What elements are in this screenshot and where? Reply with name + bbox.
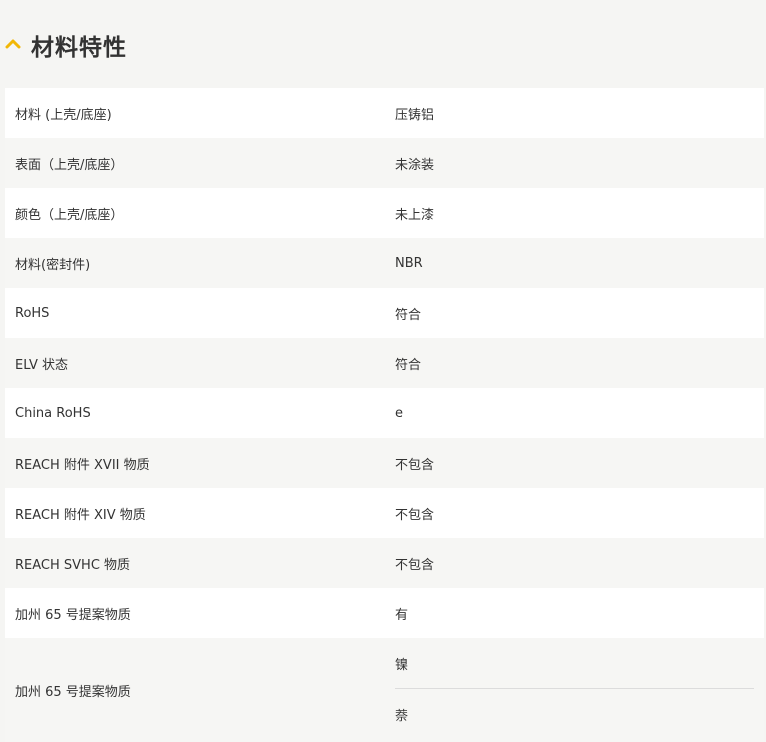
row-value: 未上漆 — [395, 207, 435, 223]
chevron-up-icon[interactable] — [5, 36, 21, 52]
row-value: 符合 — [395, 357, 422, 373]
row-value: 压铸铝 — [395, 107, 435, 123]
table-row: 加州 65 号提案物质 有 — [5, 588, 764, 638]
row-label: 颜色（上壳/底座） — [15, 207, 124, 223]
properties-table: 材料 (上壳/底座) 压铸铝 表面（上壳/底座） 未涂装 颜色（上壳/底座） 未… — [5, 88, 764, 742]
row-label: China RoHS — [15, 405, 91, 421]
table-row: RoHS 符合 — [5, 288, 764, 338]
row-label: REACH SVHC 物质 — [15, 557, 131, 573]
row-value: 未涂装 — [395, 157, 435, 173]
row-value: 萘 — [395, 708, 409, 724]
table-row: 材料(密封件) NBR — [5, 238, 764, 288]
table-row: 材料 (上壳/底座) 压铸铝 — [5, 88, 764, 138]
row-value-list: 镍 萘 — [395, 638, 754, 742]
section-header[interactable]: 材料特性 — [0, 0, 766, 88]
row-label: 表面（上壳/底座） — [15, 157, 124, 173]
row-value: e — [395, 405, 403, 421]
row-label: ELV 状态 — [15, 357, 69, 373]
row-label: REACH 附件 XVII 物质 — [15, 457, 150, 473]
row-label: REACH 附件 XIV 物质 — [15, 507, 146, 523]
table-row: REACH 附件 XVII 物质 不包含 — [5, 438, 764, 488]
table-row: 表面（上壳/底座） 未涂装 — [5, 138, 764, 188]
section-title: 材料特性 — [31, 35, 127, 61]
table-row: China RoHS e — [5, 388, 764, 438]
row-label: 加州 65 号提案物质 — [15, 684, 131, 700]
row-value: 不包含 — [395, 507, 435, 523]
table-row: REACH SVHC 物质 不包含 — [5, 538, 764, 588]
table-row: 加州 65 号提案物质 镍 萘 — [5, 638, 764, 742]
row-value: 符合 — [395, 307, 422, 323]
row-value: 不包含 — [395, 557, 435, 573]
table-row: REACH 附件 XIV 物质 不包含 — [5, 488, 764, 538]
row-label: RoHS — [15, 305, 50, 321]
row-value: NBR — [395, 255, 423, 271]
table-row: ELV 状态 符合 — [5, 338, 764, 388]
row-value: 有 — [395, 607, 409, 623]
row-label: 材料 (上壳/底座) — [15, 107, 112, 123]
table-row: 颜色（上壳/底座） 未上漆 — [5, 188, 764, 238]
row-value: 镍 — [395, 657, 409, 673]
row-label: 材料(密封件) — [15, 257, 91, 273]
row-label: 加州 65 号提案物质 — [15, 607, 131, 623]
row-value: 不包含 — [395, 457, 435, 473]
